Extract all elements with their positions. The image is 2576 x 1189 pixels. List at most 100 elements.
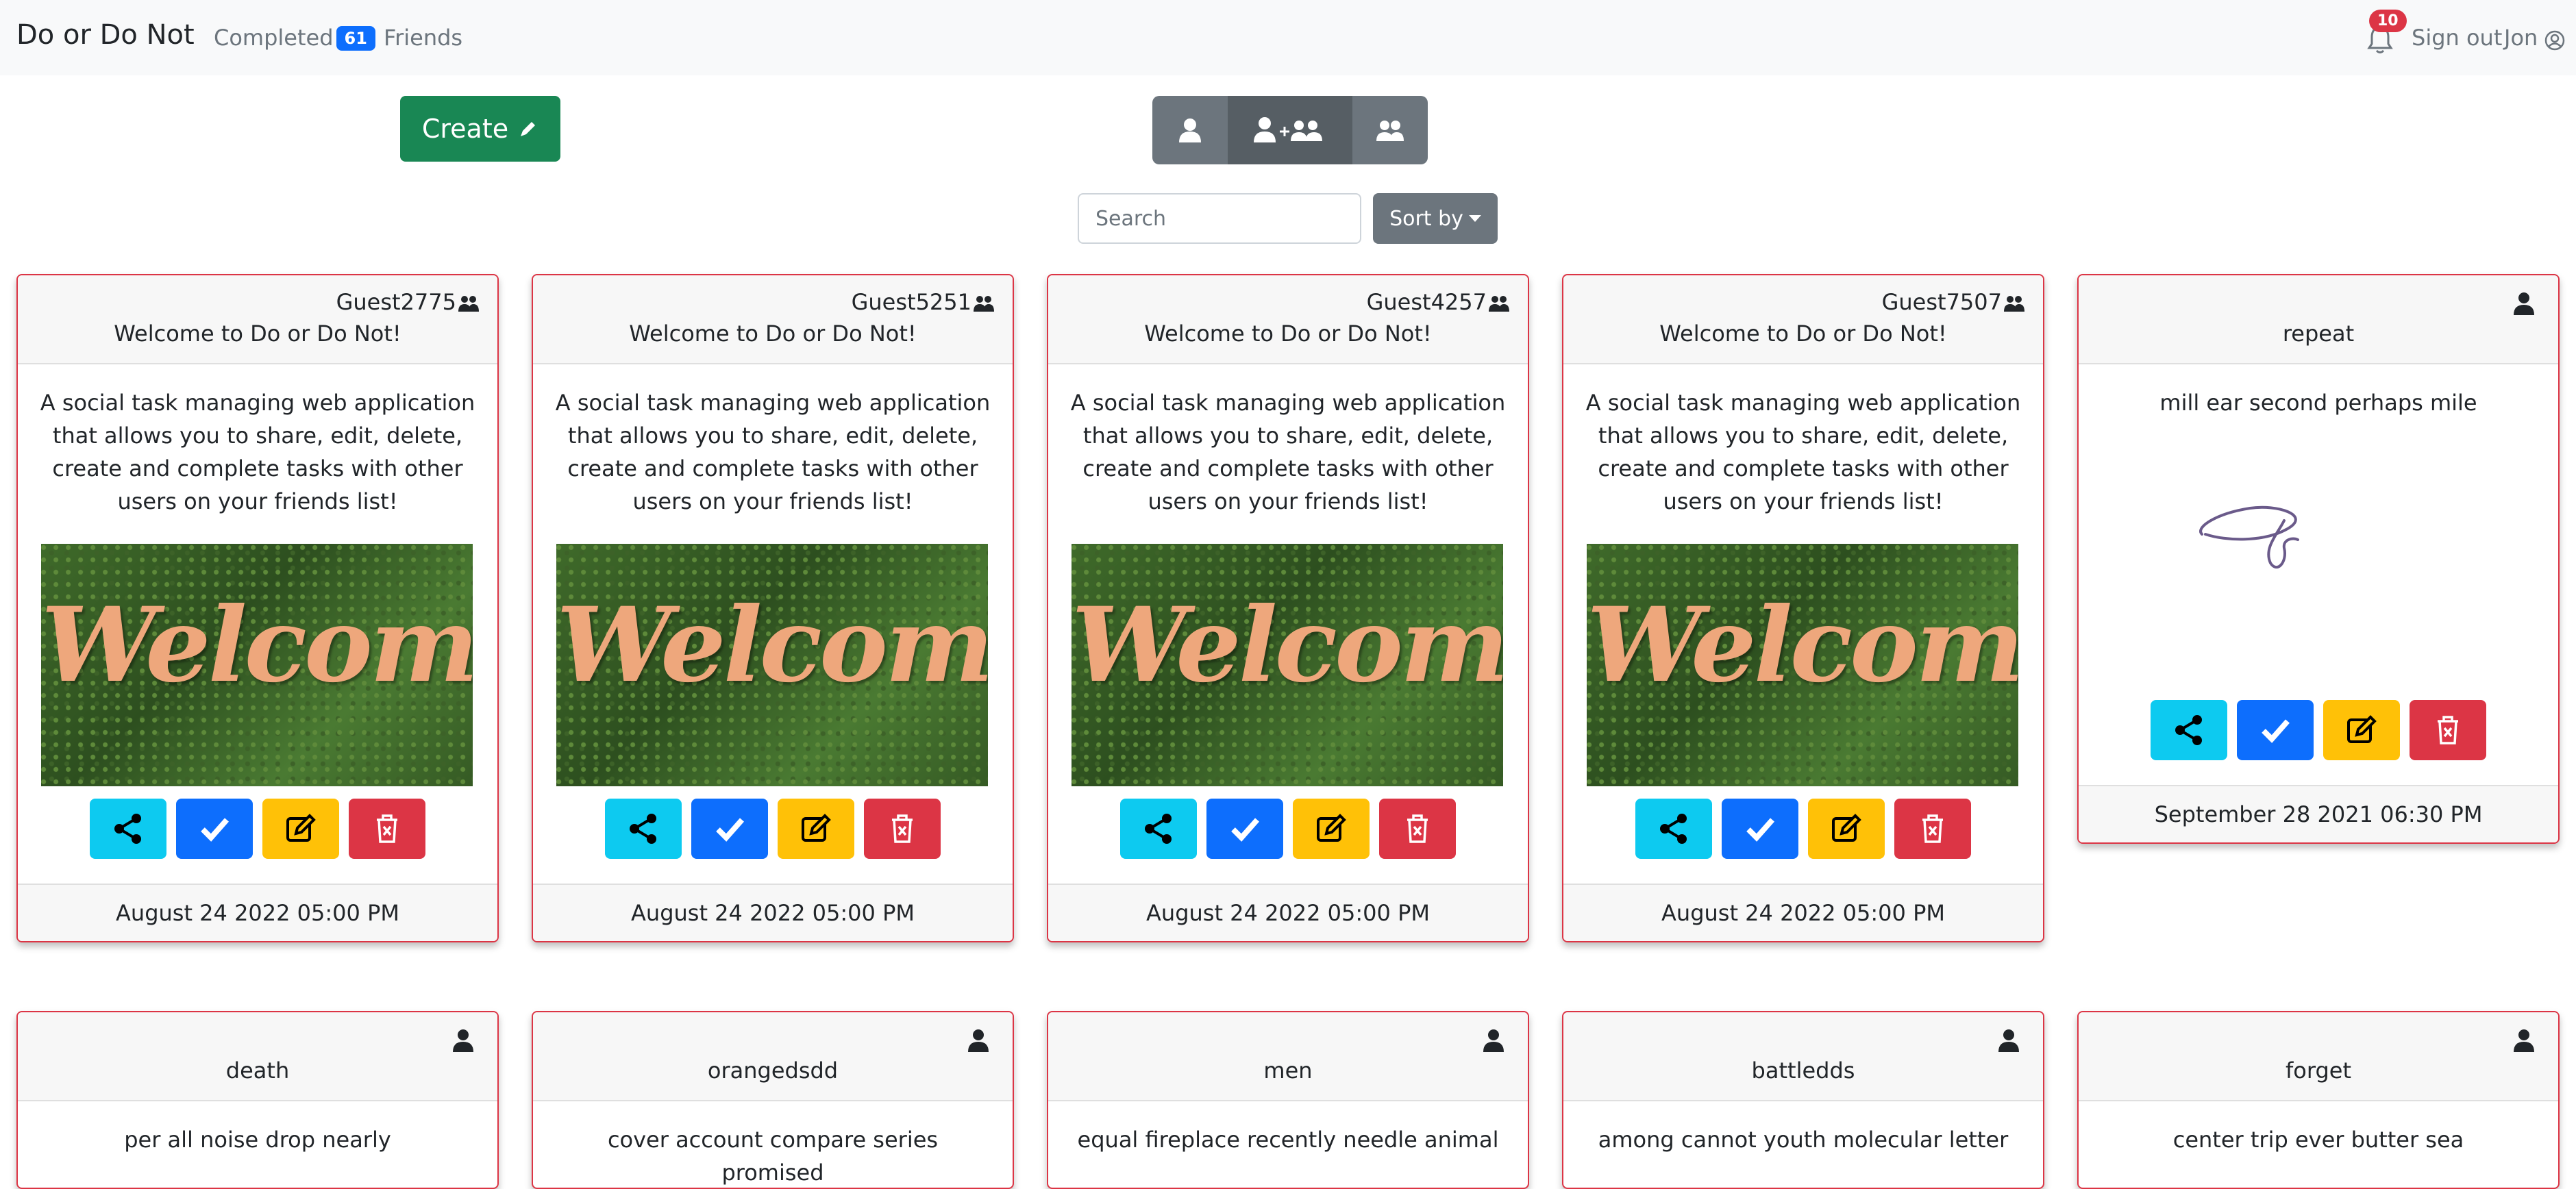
- brand-logo[interactable]: Do or Do Not: [16, 19, 195, 51]
- card-header: battledds: [1563, 1012, 2043, 1101]
- card-description: center trip ever butter sea: [2172, 1127, 2464, 1153]
- people-icon: [458, 296, 479, 312]
- edit-icon: [1317, 814, 1346, 842]
- card-description: cover account compare series promised: [607, 1127, 939, 1186]
- navbar: Do or Do Not Completed 61 Friends 10 Sign…: [0, 0, 2576, 75]
- share-icon: [1660, 814, 1687, 844]
- card-date: August 24 2022 05:00 PM: [1048, 884, 1528, 941]
- complete-button[interactable]: [1722, 799, 1798, 859]
- people-icon: [1376, 121, 1404, 141]
- share-icon: [2175, 715, 2202, 745]
- nav-completed-link[interactable]: Completed 61: [214, 25, 375, 51]
- welcome-image-text: Welcome: [1587, 585, 2018, 705]
- trash-icon: [892, 814, 913, 843]
- people-icon: [1489, 296, 1509, 312]
- card-header: Guest7507 Welcome to Do or Do Not!: [1563, 275, 2043, 364]
- check-icon: [2262, 719, 2290, 743]
- trash-icon: [2438, 716, 2458, 744]
- delete-button[interactable]: [349, 799, 425, 859]
- welcome-image: Welcome: [1072, 544, 1503, 786]
- edit-button[interactable]: [1293, 799, 1370, 859]
- sort-by-label: Sort by: [1389, 206, 1463, 231]
- welcome-image: Welcome: [556, 544, 988, 786]
- edit-button[interactable]: [1808, 799, 1885, 859]
- task-card: battledds among cannot youth molecular l…: [1562, 1011, 2044, 1189]
- complete-button[interactable]: [176, 799, 253, 859]
- person-plus-people-icon: [1254, 117, 1322, 142]
- sign-out-link[interactable]: Sign out: [2412, 25, 2502, 51]
- card-description: A social task managing web application t…: [40, 390, 475, 514]
- complete-button[interactable]: [1206, 799, 1283, 859]
- share-button[interactable]: [2151, 700, 2227, 760]
- view-mine-and-shared-button[interactable]: [1228, 96, 1352, 164]
- card-description: A social task managing web application t…: [1585, 390, 2021, 514]
- card-header: orangedsdd: [533, 1012, 1013, 1101]
- share-icon: [1145, 814, 1172, 844]
- edit-icon: [286, 814, 316, 842]
- card-header: repeat: [2079, 275, 2558, 364]
- check-icon: [1746, 818, 1774, 842]
- complete-button[interactable]: [2237, 700, 2314, 760]
- share-icon: [114, 814, 141, 844]
- caret-down-icon: [1468, 215, 1481, 222]
- card-title: forget: [2286, 1057, 2351, 1084]
- user-circle-icon[interactable]: [2544, 30, 2565, 51]
- card-actions: [18, 799, 497, 859]
- person-icon: [1483, 1029, 1504, 1052]
- nav-completed-label: Completed: [214, 25, 334, 51]
- user-menu[interactable]: Jon: [2504, 25, 2538, 51]
- share-button[interactable]: [90, 799, 166, 859]
- task-card: Guest4257 Welcome to Do or Do Not! A soc…: [1047, 274, 1529, 942]
- delete-button[interactable]: [1379, 799, 1456, 859]
- delete-button[interactable]: [864, 799, 941, 859]
- person-icon: [453, 1029, 473, 1052]
- view-my-tasks-button[interactable]: [1152, 96, 1228, 164]
- welcome-image: Welcome: [1587, 544, 2018, 786]
- card-date: August 24 2022 05:00 PM: [18, 884, 497, 941]
- sort-by-dropdown[interactable]: Sort by: [1373, 193, 1498, 244]
- card-title: men: [1263, 1057, 1313, 1084]
- card-actions: [1048, 799, 1528, 859]
- edit-icon: [1832, 814, 1861, 842]
- card-owner: Guest4257: [1366, 289, 1487, 315]
- check-icon: [1231, 818, 1259, 842]
- card-date: August 24 2022 05:00 PM: [1563, 884, 2043, 941]
- card-title: Welcome to Do or Do Not!: [629, 321, 917, 347]
- card-header: men: [1048, 1012, 1528, 1101]
- card-header: Guest4257 Welcome to Do or Do Not!: [1048, 275, 1528, 364]
- card-title: orangedsdd: [707, 1057, 839, 1084]
- create-button[interactable]: Create: [400, 96, 560, 162]
- share-button[interactable]: [1120, 799, 1197, 859]
- card-header: forget: [2079, 1012, 2558, 1101]
- card-title: Welcome to Do or Do Not!: [1144, 321, 1432, 347]
- complete-button[interactable]: [691, 799, 768, 859]
- edit-icon: [802, 814, 831, 842]
- delete-button[interactable]: [1894, 799, 1971, 859]
- trash-icon: [1922, 814, 1943, 843]
- card-actions: [533, 799, 1013, 859]
- share-icon: [630, 814, 656, 844]
- share-button[interactable]: [605, 799, 682, 859]
- edit-button[interactable]: [778, 799, 854, 859]
- card-description: mill ear second perhaps mile: [2159, 390, 2477, 416]
- view-mode-toggle: [1152, 96, 1428, 164]
- view-shared-button[interactable]: [1352, 96, 1428, 164]
- card-owner: Guest7507: [1881, 289, 2002, 315]
- search-input[interactable]: [1078, 193, 1361, 244]
- card-description: among cannot youth molecular letter: [1598, 1127, 2009, 1153]
- edit-button[interactable]: [262, 799, 339, 859]
- card-title: battledds: [1751, 1057, 1855, 1084]
- welcome-image-text: Welcome: [556, 585, 988, 705]
- delete-button[interactable]: [2410, 700, 2486, 760]
- people-icon: [974, 296, 994, 312]
- welcome-image: Welcome: [41, 544, 473, 786]
- create-button-label: Create: [421, 114, 509, 144]
- share-button[interactable]: [1635, 799, 1712, 859]
- task-card: men equal fireplace recently needle anim…: [1047, 1011, 1529, 1189]
- welcome-image-text: Welcome: [1072, 585, 1503, 705]
- completed-count-badge: 61: [336, 26, 375, 51]
- nav-friends-link[interactable]: Friends: [384, 25, 462, 51]
- person-icon: [968, 1029, 989, 1052]
- edit-button[interactable]: [2323, 700, 2400, 760]
- task-card: repeat mill ear second perhaps mile Sept…: [2077, 274, 2560, 844]
